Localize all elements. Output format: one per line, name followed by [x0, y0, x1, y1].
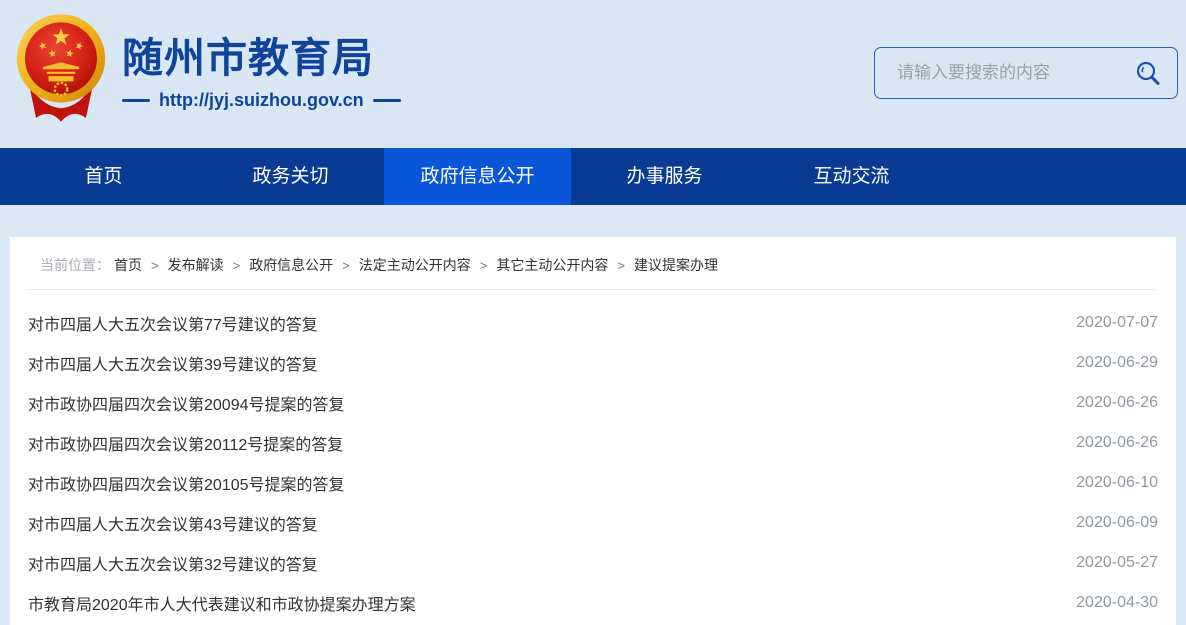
site-url-text: http://jyj.suizhou.gov.cn	[159, 90, 364, 111]
breadcrumb-item-gov-info[interactable]: 政府信息公开	[249, 255, 333, 275]
article-title[interactable]: 对市四届人大五次会议第39号建议的答复	[28, 351, 318, 375]
site-header: 随州市教育局 http://jyj.suizhou.gov.cn	[0, 0, 1186, 148]
list-item[interactable]: 对市四届人大五次会议第43号建议的答复 2020-06-09	[28, 503, 1158, 543]
article-date: 2020-06-26	[1076, 434, 1158, 452]
main-nav: 首页 政务关切 政府信息公开 办事服务 互动交流	[0, 148, 1186, 205]
list-item[interactable]: 对市四届人大五次会议第77号建议的答复 2020-07-07	[28, 303, 1158, 343]
breadcrumb-item-home[interactable]: 首页	[114, 255, 142, 275]
search-box[interactable]	[874, 47, 1178, 99]
breadcrumb-separator: >	[617, 258, 625, 273]
content-panel: 当前位置： 首页 > 发布解读 > 政府信息公开 > 法定主动公开内容 > 其它…	[10, 237, 1176, 625]
article-title[interactable]: 对市四届人大五次会议第43号建议的答复	[28, 511, 318, 535]
breadcrumb-separator: >	[480, 258, 488, 273]
article-date: 2020-04-30	[1076, 594, 1158, 612]
article-title[interactable]: 对市四届人大五次会议第32号建议的答复	[28, 551, 318, 575]
article-title[interactable]: 对市政协四届四次会议第20094号提案的答复	[28, 391, 345, 415]
breadcrumb-item-other-disclosure[interactable]: 其它主动公开内容	[496, 255, 608, 275]
article-title[interactable]: 对市政协四届四次会议第20105号提案的答复	[28, 471, 345, 495]
breadcrumb-separator: >	[342, 258, 350, 273]
url-right-dash	[373, 99, 401, 102]
list-item[interactable]: 对市政协四届四次会议第20105号提案的答复 2020-06-10	[28, 463, 1158, 503]
article-title[interactable]: 市教育局2020年市人大代表建议和市政协提案办理方案	[28, 591, 416, 615]
nav-tab-interaction[interactable]: 互动交流	[758, 148, 945, 205]
article-date: 2020-06-26	[1076, 394, 1158, 412]
nav-tab-government-concerns[interactable]: 政务关切	[197, 148, 384, 205]
breadcrumb-separator: >	[233, 258, 241, 273]
nav-tab-government-info-disclosure[interactable]: 政府信息公开	[384, 148, 571, 205]
breadcrumb-item-proposal-handling[interactable]: 建议提案办理	[634, 255, 718, 275]
list-item[interactable]: 对市政协四届四次会议第20112号提案的答复 2020-06-26	[28, 423, 1158, 463]
national-emblem-logo	[13, 8, 109, 126]
article-date: 2020-06-10	[1076, 474, 1158, 492]
search-input[interactable]	[895, 62, 1134, 84]
article-title[interactable]: 对市四届人大五次会议第77号建议的答复	[28, 311, 318, 335]
breadcrumb-item-statutory-disclosure[interactable]: 法定主动公开内容	[359, 255, 471, 275]
site-url-line: http://jyj.suizhou.gov.cn	[122, 90, 401, 111]
site-title: 随州市教育局	[122, 36, 401, 81]
search-icon	[1134, 59, 1163, 88]
article-title[interactable]: 对市政协四届四次会议第20112号提案的答复	[28, 431, 343, 455]
search-button[interactable]	[1134, 59, 1163, 88]
breadcrumb-separator: >	[151, 258, 159, 273]
article-date: 2020-07-07	[1076, 314, 1158, 332]
list-item[interactable]: 对市四届人大五次会议第32号建议的答复 2020-05-27	[28, 543, 1158, 583]
nav-tab-services[interactable]: 办事服务	[571, 148, 758, 205]
article-date: 2020-05-27	[1076, 554, 1158, 572]
breadcrumb-label: 当前位置：	[40, 255, 110, 275]
nav-tab-home[interactable]: 首页	[10, 148, 197, 205]
breadcrumb: 当前位置： 首页 > 发布解读 > 政府信息公开 > 法定主动公开内容 > 其它…	[28, 237, 1158, 290]
url-left-dash	[122, 99, 150, 102]
brand-block: 随州市教育局 http://jyj.suizhou.gov.cn	[122, 36, 401, 111]
breadcrumb-item-interpretation[interactable]: 发布解读	[168, 255, 224, 275]
list-item[interactable]: 对市政协四届四次会议第20094号提案的答复 2020-06-26	[28, 383, 1158, 423]
article-date: 2020-06-29	[1076, 354, 1158, 372]
list-item[interactable]: 市教育局2020年市人大代表建议和市政协提案办理方案 2020-04-30	[28, 583, 1158, 623]
list-item[interactable]: 对市四届人大五次会议第39号建议的答复 2020-06-29	[28, 343, 1158, 383]
article-date: 2020-06-09	[1076, 514, 1158, 532]
article-list: 对市四届人大五次会议第77号建议的答复 2020-07-07 对市四届人大五次会…	[28, 290, 1158, 623]
